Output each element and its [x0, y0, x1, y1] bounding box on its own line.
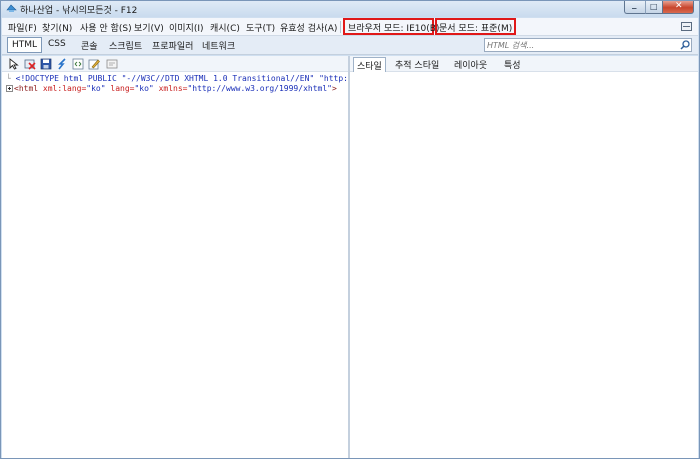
devtools-window: 하나산업 - 낚시의모든것 - F12 _ □ ✕ 파일(F) 찾기(N) 사용…	[0, 0, 700, 459]
attr-value: "http://www.w3.org/1999/xhtml"	[187, 84, 332, 93]
search-icon[interactable]	[680, 40, 690, 50]
word-wrap-icon[interactable]	[72, 58, 84, 70]
title-bar: 하나산업 - 낚시의모든것 - F12 _ □ ✕	[1, 0, 699, 17]
menu-separator	[340, 21, 341, 33]
expand-icon[interactable]	[6, 85, 13, 92]
doctype-text: <!DOCTYPE html PUBLIC "-//W3C//DTD XHTML…	[15, 74, 348, 83]
style-tab-bar: 스타일 추적 스타일 레이아웃 특성	[350, 56, 698, 74]
edit-icon[interactable]	[88, 58, 100, 70]
html-node[interactable]: <html xml:lang="ko" lang="ko" xmlns="htt…	[6, 84, 337, 93]
document-mode-menu[interactable]: 문서 모드: 표준(M)	[439, 21, 512, 34]
menu-tools[interactable]: 도구(T)	[246, 21, 275, 34]
refresh-icon[interactable]	[56, 58, 68, 70]
tab-network[interactable]: 네트워크	[202, 39, 235, 52]
close-button[interactable]: ✕	[662, 1, 694, 14]
collapse-icon[interactable]	[681, 22, 692, 31]
html-tag: <html	[14, 84, 39, 93]
tab-layout[interactable]: 레이아웃	[454, 58, 487, 71]
tree-connector: └	[6, 74, 16, 83]
clear-browser-cache-icon[interactable]	[24, 58, 36, 70]
ie-devtools-icon	[6, 4, 17, 12]
minimize-button[interactable]: _	[624, 0, 645, 14]
minimize-icon: _	[632, 0, 637, 10]
window-title: 하나산업 - 낚시의모든것 - F12	[20, 6, 138, 16]
tab-css[interactable]: CSS	[48, 39, 66, 49]
html-tag-close: >	[331, 84, 337, 93]
browser-mode-menu[interactable]: 브라우저 모드: IE10(B)	[348, 21, 439, 34]
attr-name: xml:lang=	[42, 84, 87, 93]
menu-cache[interactable]: 캐시(C)	[210, 21, 240, 34]
tab-profiler[interactable]: 프로파일러	[152, 39, 193, 52]
maximize-icon: □	[650, 2, 658, 11]
menu-find[interactable]: 찾기(N)	[42, 21, 72, 34]
search-input[interactable]	[487, 39, 672, 51]
menu-view[interactable]: 보기(V)	[134, 21, 164, 34]
doctype-node[interactable]: └ <!DOCTYPE html PUBLIC "-//W3C//DTD XHT…	[6, 74, 348, 83]
menu-disable[interactable]: 사용 안 함(S)	[80, 21, 132, 34]
attr-value: "ko"	[86, 84, 106, 93]
style-pane	[350, 72, 698, 458]
dom-tree-pane[interactable]: └ <!DOCTYPE html PUBLIC "-//W3C//DTD XHT…	[2, 72, 348, 458]
attr-name: xmlns=	[158, 84, 188, 93]
search-box[interactable]	[484, 38, 692, 52]
devtools-tab-bar: HTML CSS 콘솔 스크립트 프로파일러 네트워크	[2, 36, 698, 55]
menu-bar: 파일(F) 찾기(N) 사용 안 함(S) 보기(V) 이미지(I) 캐시(C)…	[2, 18, 698, 36]
dom-source-icon[interactable]	[106, 58, 118, 70]
attr-value: "ko"	[134, 84, 154, 93]
attr-name: lang=	[110, 84, 135, 93]
close-icon: ✕	[675, 1, 683, 11]
tab-script[interactable]: 스크립트	[109, 39, 142, 52]
tab-trace-style[interactable]: 추적 스타일	[395, 58, 439, 71]
html-toolbar	[2, 56, 348, 72]
save-icon[interactable]	[40, 58, 52, 70]
tab-attributes[interactable]: 특성	[504, 58, 521, 71]
menu-validate[interactable]: 유효성 검사(A)	[280, 21, 337, 34]
menu-images[interactable]: 이미지(I)	[169, 21, 204, 34]
tab-console[interactable]: 콘솔	[81, 39, 98, 52]
tab-html[interactable]: HTML	[7, 37, 43, 53]
maximize-button[interactable]: □	[645, 1, 662, 14]
select-element-icon[interactable]	[8, 58, 20, 70]
menu-file[interactable]: 파일(F)	[8, 21, 37, 34]
